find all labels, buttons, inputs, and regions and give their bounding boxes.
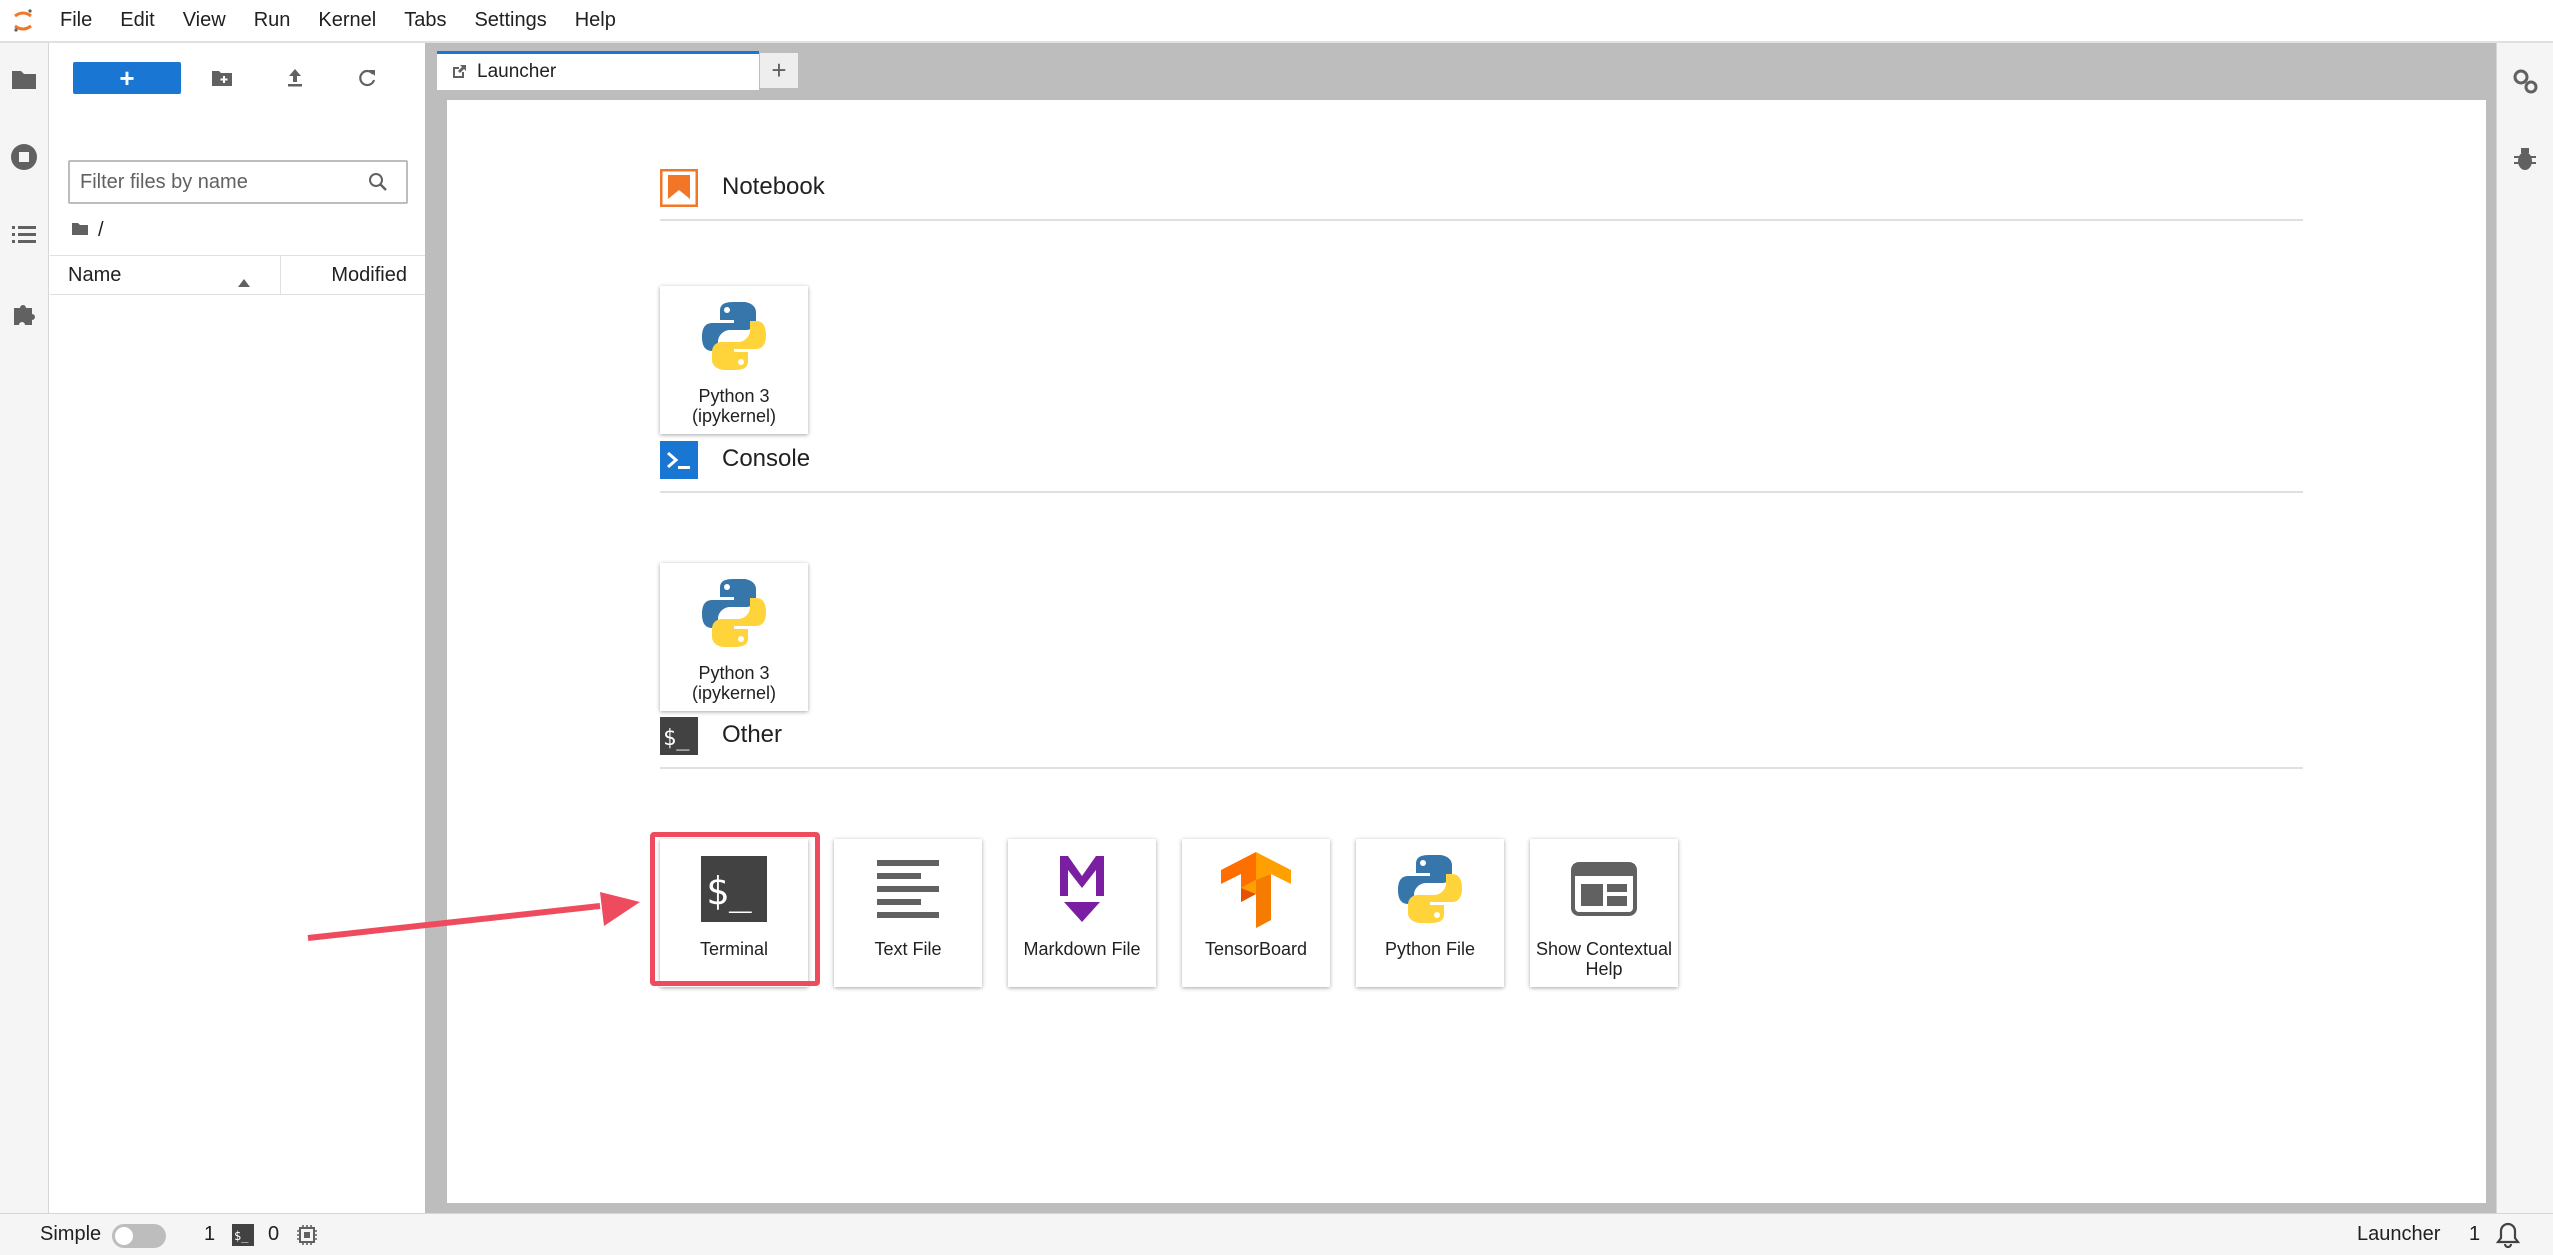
filter-files-input[interactable]	[80, 169, 350, 195]
column-name-header[interactable]: Name	[68, 264, 121, 287]
terminal-icon: $_	[660, 849, 808, 929]
status-bar: Simple 1 $_ 0 Launcher 1	[0, 1213, 2553, 1255]
filter-files-field[interactable]	[68, 160, 408, 204]
launcher-card-terminal[interactable]: $_ Terminal	[660, 839, 808, 987]
notebook-icon	[659, 168, 699, 208]
card-label: Python 3 (ipykernel)	[691, 386, 777, 426]
launcher-card-console-python3[interactable]: Python 3 (ipykernel)	[660, 563, 808, 711]
property-inspector-icon[interactable]	[2509, 65, 2541, 97]
terminals-count[interactable]: 1	[204, 1223, 215, 1246]
new-folder-icon	[212, 71, 232, 86]
section-title: Console	[722, 445, 811, 472]
left-sidebar	[0, 43, 49, 1213]
tab-launcher-label: Launcher	[477, 61, 557, 82]
text-file-icon	[834, 849, 982, 929]
section-console: Console	[660, 431, 2303, 493]
menu-view[interactable]: View	[169, 0, 240, 42]
debugger-icon[interactable]	[2509, 143, 2541, 175]
new-folder-button[interactable]	[205, 62, 239, 94]
python-icon	[1356, 849, 1504, 929]
refresh-button[interactable]	[350, 62, 384, 94]
section-title: Notebook	[722, 173, 825, 200]
launcher-card-notebook-python3[interactable]: Python 3 (ipykernel)	[660, 286, 808, 434]
sort-ascending-icon	[238, 270, 250, 293]
launcher-card-python-file[interactable]: Python File	[1356, 839, 1504, 987]
menu-bar: File Edit View Run Kernel Tabs Settings …	[0, 0, 2553, 43]
kernels-count[interactable]: 0	[268, 1223, 279, 1246]
menu-run[interactable]: Run	[240, 0, 305, 42]
new-tab-button[interactable]: +	[759, 52, 799, 89]
column-modified-header[interactable]: Modified	[331, 264, 407, 287]
launcher-tab-icon	[453, 65, 466, 78]
card-label: Show Contextual Help	[1535, 939, 1673, 979]
upload-icon	[288, 69, 302, 87]
menu-help[interactable]: Help	[561, 0, 630, 42]
section-notebook: Notebook	[659, 159, 2303, 221]
menu-file[interactable]: File	[46, 0, 106, 42]
launcher-card-markdown-file[interactable]: Markdown File	[1008, 839, 1156, 987]
section-title: Other	[722, 721, 783, 748]
file-browser-toolbar: +	[50, 43, 425, 109]
card-label: TensorBoard	[1204, 939, 1308, 959]
refresh-icon	[359, 69, 376, 87]
contextual-help-icon	[1530, 849, 1678, 929]
extension-manager-icon[interactable]	[8, 297, 40, 329]
new-launcher-button[interactable]: +	[73, 62, 181, 94]
file-browser-panel: + / Name	[50, 43, 425, 1213]
tab-bar: Launcher +	[437, 43, 2496, 90]
menu-kernel[interactable]: Kernel	[304, 0, 390, 42]
console-icon	[660, 441, 698, 479]
upload-button[interactable]	[278, 62, 312, 94]
panel-splitter[interactable]	[425, 43, 437, 1213]
terminal-icon: $_	[660, 717, 698, 755]
current-activity-label: Launcher	[2357, 1223, 2441, 1245]
card-label: Markdown File	[1023, 939, 1141, 959]
notifications-count[interactable]: 1	[2469, 1223, 2480, 1246]
running-sessions-icon[interactable]	[8, 141, 40, 173]
bell-icon[interactable]	[2495, 1222, 2521, 1254]
folder-icon[interactable]	[72, 219, 88, 242]
breadcrumb: /	[72, 217, 104, 243]
table-of-contents-icon[interactable]	[8, 219, 40, 251]
plus-icon: +	[119, 63, 135, 93]
menu-tabs[interactable]: Tabs	[390, 0, 460, 42]
launcher-card-tensorboard[interactable]: TensorBoard	[1182, 839, 1330, 987]
tensorboard-icon	[1182, 849, 1330, 929]
menu-settings[interactable]: Settings	[460, 0, 560, 42]
section-other: $_ Other	[660, 707, 2303, 769]
card-label: Terminal	[699, 939, 769, 959]
menu-edit[interactable]: Edit	[106, 0, 168, 42]
launcher-body: Notebook Python 3 (ipykernel) Console Py…	[447, 100, 2486, 1203]
python-icon	[660, 296, 808, 376]
simple-mode-toggle[interactable]	[112, 1224, 166, 1248]
svg-text:$_: $_	[706, 869, 752, 914]
terminal-status-icon: $_	[232, 1224, 254, 1252]
simple-mode-label: Simple	[40, 1223, 102, 1245]
python-icon	[660, 573, 808, 653]
breadcrumb-root[interactable]: /	[98, 219, 104, 242]
markdown-icon	[1008, 849, 1156, 929]
column-divider[interactable]	[280, 256, 281, 294]
svg-text:$_: $_	[234, 1229, 249, 1243]
tab-launcher[interactable]: Launcher	[437, 51, 759, 90]
card-label: Text File	[874, 939, 942, 959]
jupyter-logo-icon	[0, 0, 46, 42]
main-dock-area: Launcher + Notebook Python 3 (ipykernel)…	[437, 43, 2496, 1213]
right-sidebar	[2496, 43, 2553, 1213]
launcher-panel: Notebook Python 3 (ipykernel) Console Py…	[437, 90, 2496, 1213]
search-icon	[368, 172, 388, 197]
file-list-header: Name Modified	[50, 255, 425, 295]
card-label: Python File	[1384, 939, 1476, 959]
launcher-card-text-file[interactable]: Text File	[834, 839, 982, 987]
folder-icon[interactable]	[8, 63, 40, 95]
launcher-card-contextual-help[interactable]: Show Contextual Help	[1530, 839, 1678, 987]
svg-text:$_: $_	[663, 726, 690, 751]
card-label: Python 3 (ipykernel)	[691, 663, 777, 703]
kernel-status-icon	[296, 1224, 318, 1252]
